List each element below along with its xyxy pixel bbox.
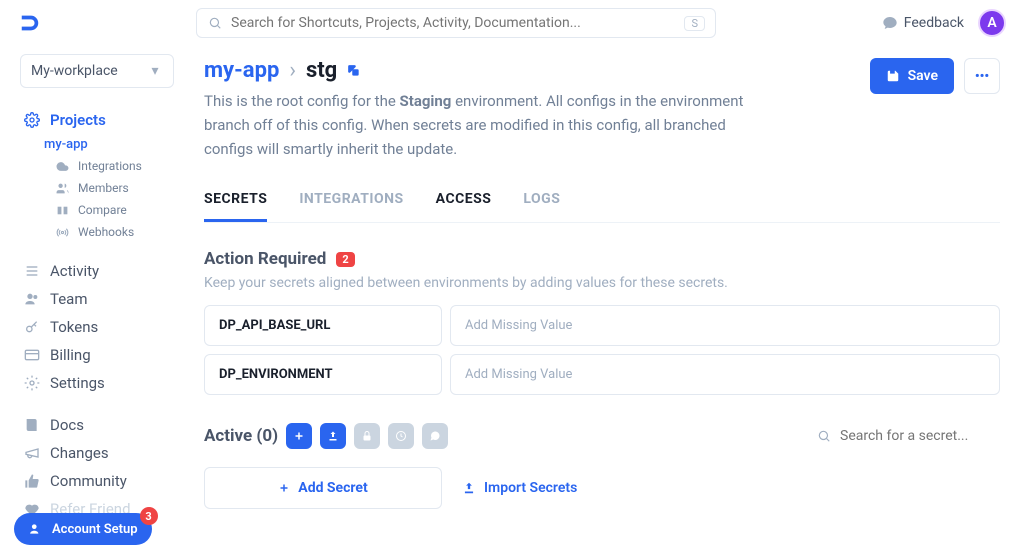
upload-icon-button[interactable]	[320, 423, 346, 449]
account-setup-badge: 3	[140, 507, 158, 525]
active-section-label: Active (0)	[204, 426, 278, 446]
tabs: SECRETS INTEGRATIONS ACCESS LOGS	[204, 191, 1000, 223]
sidebar-project-webhooks[interactable]: Webhooks	[54, 221, 174, 243]
team-icon	[24, 291, 40, 307]
workspace-name: My-workplace	[31, 63, 118, 79]
nav-changes[interactable]: Changes	[20, 439, 174, 467]
global-search[interactable]: S	[196, 8, 716, 38]
tab-integrations[interactable]: INTEGRATIONS	[299, 191, 403, 222]
nav-team[interactable]: Team	[20, 285, 174, 313]
tab-access[interactable]: ACCESS	[436, 191, 492, 222]
sidebar-project-members[interactable]: Members	[54, 177, 174, 199]
action-required-title: Action Required 2	[204, 249, 1000, 269]
list-icon	[24, 263, 40, 279]
thumb-icon	[24, 473, 40, 489]
account-setup-button[interactable]: Account Setup 3	[14, 513, 152, 545]
save-button[interactable]: Save	[870, 58, 954, 94]
lock-icon-button[interactable]	[354, 423, 380, 449]
nav-community[interactable]: Community	[20, 467, 174, 495]
feedback-link[interactable]: Feedback	[882, 15, 964, 31]
search-icon	[207, 15, 223, 31]
users-icon	[54, 180, 70, 196]
workspace-select[interactable]: My-workplace ▾	[20, 54, 174, 88]
save-icon	[886, 69, 900, 83]
breadcrumb: my-app › stg	[204, 58, 764, 83]
secret-value-input[interactable]: Add Missing Value	[450, 305, 1000, 346]
app-logo[interactable]	[18, 11, 42, 35]
cloud-icon	[54, 158, 70, 174]
secret-search[interactable]	[816, 428, 1000, 444]
gear-icon	[24, 112, 40, 128]
tab-logs[interactable]: LOGS	[523, 191, 560, 222]
secret-key[interactable]: DP_API_BASE_URL	[204, 305, 442, 346]
more-button[interactable]: •••	[964, 58, 1000, 94]
add-secret-label: Add Secret	[298, 480, 367, 496]
crumb-project[interactable]: my-app	[204, 58, 279, 83]
account-setup-label: Account Setup	[52, 522, 138, 537]
copy-icon[interactable]	[347, 64, 361, 78]
secret-row: DP_ENVIRONMENT Add Missing Value	[204, 354, 1000, 395]
search-kbd-hint: S	[684, 16, 705, 31]
plus-icon	[278, 482, 290, 494]
nav-projects-label: Projects	[50, 111, 106, 129]
add-secret-button[interactable]: Add Secret	[204, 467, 442, 509]
secret-key[interactable]: DP_ENVIRONMENT	[204, 354, 442, 395]
sidebar-project-myapp[interactable]: my-app	[40, 134, 174, 155]
clock-icon-button[interactable]	[388, 423, 414, 449]
megaphone-icon	[24, 445, 40, 461]
nav-docs[interactable]: Docs	[20, 411, 174, 439]
sidebar-project-label: my-app	[44, 137, 88, 152]
secret-search-input[interactable]	[840, 428, 1000, 444]
crumb-env: stg	[306, 58, 337, 83]
config-description: This is the root config for the Staging …	[204, 89, 764, 161]
action-required-subtitle: Keep your secrets aligned between enviro…	[204, 275, 1000, 291]
add-icon-button[interactable]	[286, 423, 312, 449]
broadcast-icon	[54, 224, 70, 240]
nav-settings[interactable]: Settings	[20, 369, 174, 397]
nav-billing[interactable]: Billing	[20, 341, 174, 369]
sidebar-project-compare[interactable]: Compare	[54, 199, 174, 221]
compare-icon	[54, 202, 70, 218]
action-required-count: 2	[336, 252, 354, 267]
search-icon	[816, 428, 832, 444]
book-icon	[24, 417, 40, 433]
cog-icon	[24, 375, 40, 391]
secret-row: DP_API_BASE_URL Add Missing Value	[204, 305, 1000, 346]
card-icon	[24, 347, 40, 363]
feedback-label: Feedback	[904, 15, 964, 31]
user-plus-icon	[28, 521, 44, 537]
upload-icon	[462, 481, 476, 495]
nav-activity[interactable]: Activity	[20, 257, 174, 285]
search-input[interactable]	[231, 15, 676, 31]
user-avatar[interactable]: A	[978, 9, 1006, 37]
key-icon	[24, 319, 40, 335]
chat-icon	[882, 15, 898, 31]
tab-secrets[interactable]: SECRETS	[204, 191, 267, 222]
secret-value-input[interactable]: Add Missing Value	[450, 354, 1000, 395]
save-label: Save	[908, 68, 938, 84]
import-secrets-button[interactable]: Import Secrets	[462, 480, 577, 496]
caret-down-icon: ▾	[147, 63, 163, 79]
sidebar-project-integrations[interactable]: Integrations	[54, 155, 174, 177]
chevron-right-icon: ›	[289, 58, 296, 83]
note-icon-button[interactable]	[422, 423, 448, 449]
import-secrets-label: Import Secrets	[484, 480, 577, 496]
nav-projects[interactable]: Projects	[20, 106, 174, 134]
nav-tokens[interactable]: Tokens	[20, 313, 174, 341]
